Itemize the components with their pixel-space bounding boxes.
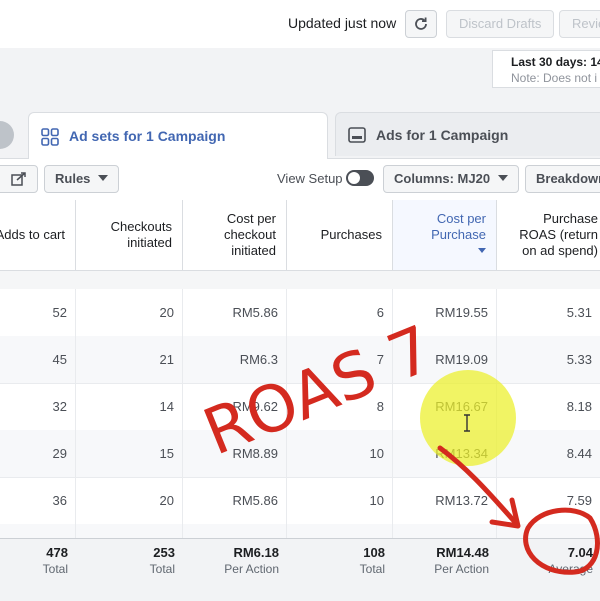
export-button[interactable] bbox=[0, 165, 38, 193]
table-row[interactable]: 52 20 RM5.86 6 RM19.55 5.31 bbox=[0, 289, 600, 337]
cell-cpc: RM5.86 bbox=[183, 477, 287, 524]
cell-adds: 36 bbox=[0, 477, 76, 524]
column-label: Purchase ROAS (return on ad spend) bbox=[519, 211, 598, 258]
breakdown-label: Breakdown bbox=[536, 171, 600, 186]
column-header-adds-to-cart[interactable]: Adds to cart bbox=[0, 200, 76, 270]
column-header-cost-per-purchase[interactable]: Cost per Purchase bbox=[393, 200, 497, 270]
total-roas: 7.04 Average bbox=[497, 545, 600, 576]
cell-purchases: 10 bbox=[287, 477, 393, 524]
refresh-button[interactable] bbox=[405, 10, 437, 38]
total-cost-per-checkout: RM6.18 Per Action bbox=[183, 545, 287, 576]
total-sub: Total bbox=[149, 562, 175, 576]
cell-checkouts: 15 bbox=[76, 430, 183, 477]
total-sub: Per Action bbox=[434, 562, 489, 576]
cell-adds: 32 bbox=[0, 383, 76, 430]
column-label: Cost per checkout initiated bbox=[223, 211, 276, 258]
total-value: RM6.18 bbox=[233, 545, 279, 560]
cell-adds: 29 bbox=[0, 430, 76, 477]
rules-label: Rules bbox=[55, 171, 91, 186]
cell-roas: 5.31 bbox=[497, 289, 600, 336]
updated-status: Updated just now bbox=[288, 15, 397, 31]
columns-label: Columns: MJ20 bbox=[394, 171, 491, 186]
date-range-note: Note: Does not i bbox=[511, 71, 598, 85]
chevron-down-icon bbox=[498, 175, 509, 181]
cell-cpp: RM19.55 bbox=[393, 289, 497, 336]
total-value: 478 bbox=[46, 545, 68, 560]
tab-ads[interactable]: Ads for 1 Campaign bbox=[335, 112, 600, 156]
column-label: Checkouts initiated bbox=[110, 219, 172, 250]
tab-ads-label: Ads for 1 Campaign bbox=[376, 127, 509, 143]
discard-drafts-button[interactable]: Discard Drafts bbox=[446, 10, 555, 38]
column-header-purchases[interactable]: Purchases bbox=[287, 200, 393, 270]
column-label-wrap: Cost per Purchase bbox=[422, 211, 486, 259]
cell-checkouts: 20 bbox=[76, 289, 183, 336]
cell-roas: 7.59 bbox=[497, 477, 600, 524]
cell-purchases: 8 bbox=[287, 383, 393, 430]
total-checkouts: 253 Total bbox=[76, 545, 183, 576]
total-value: RM14.48 bbox=[436, 545, 489, 560]
column-header-cost-per-checkout[interactable]: Cost per checkout initiated bbox=[183, 200, 287, 270]
toggle-knob bbox=[348, 172, 360, 184]
ad-card-icon bbox=[348, 127, 366, 143]
view-setup-label: View Setup bbox=[277, 171, 343, 186]
table-row[interactable]: 36 20 RM5.86 10 RM13.72 7.59 bbox=[0, 477, 600, 525]
column-header-roas[interactable]: Purchase ROAS (return on ad spend) bbox=[497, 200, 600, 270]
grid-icon bbox=[41, 128, 59, 146]
table-gap bbox=[0, 271, 600, 289]
total-value: 108 bbox=[363, 545, 385, 560]
cell-cpc: RM8.89 bbox=[183, 430, 287, 477]
cell-cpc: RM5.86 bbox=[183, 289, 287, 336]
refresh-icon bbox=[415, 17, 427, 30]
table-row[interactable]: 45 21 RM6.3 7 RM19.09 5.33 bbox=[0, 336, 600, 384]
chevron-down-icon bbox=[98, 175, 109, 181]
cell-purchases: 10 bbox=[287, 430, 393, 477]
total-sub: Per Action bbox=[224, 562, 279, 576]
tab-ad-sets-label: Ad sets for 1 Campaign bbox=[69, 128, 226, 144]
total-purchases: 108 Total bbox=[287, 545, 393, 576]
date-range-picker[interactable]: Last 30 days: 14 Note: Does not i bbox=[492, 50, 600, 88]
total-sub: Total bbox=[359, 562, 385, 576]
cell-cpc: RM6.3 bbox=[183, 336, 287, 383]
cell-roas: 5.33 bbox=[497, 336, 600, 383]
column-label: Cost per Purchase bbox=[431, 211, 486, 242]
review-button[interactable]: Revie bbox=[559, 10, 600, 38]
total-sub: Average bbox=[548, 562, 593, 576]
tab-ad-sets[interactable]: Ad sets for 1 Campaign bbox=[28, 112, 328, 159]
date-range-label: Last 30 days: 14 bbox=[511, 55, 600, 69]
column-label: Adds to cart bbox=[0, 227, 65, 242]
cell-cpc: RM9.62 bbox=[183, 383, 287, 430]
text-cursor-icon bbox=[464, 414, 470, 432]
total-value: 7.04 bbox=[567, 545, 593, 560]
cell-adds: 52 bbox=[0, 289, 76, 336]
total-sub: Total bbox=[42, 562, 68, 576]
cell-cpp: RM13.72 bbox=[393, 477, 497, 524]
cell-purchases: 6 bbox=[287, 289, 393, 336]
total-value: 253 bbox=[153, 545, 175, 560]
rules-dropdown[interactable]: Rules bbox=[44, 165, 120, 193]
cell-adds: 45 bbox=[0, 336, 76, 383]
view-setup-toggle[interactable] bbox=[346, 170, 374, 186]
breakdown-dropdown[interactable]: Breakdown bbox=[525, 165, 600, 193]
cell-checkouts: 14 bbox=[76, 383, 183, 430]
cell-roas: 8.44 bbox=[497, 430, 600, 477]
cell-checkouts: 20 bbox=[76, 477, 183, 524]
cell-checkouts: 21 bbox=[76, 336, 183, 383]
total-cost-per-purchase: RM14.48 Per Action bbox=[393, 545, 497, 576]
column-header-checkouts[interactable]: Checkouts initiated bbox=[76, 200, 183, 270]
columns-dropdown[interactable]: Columns: MJ20 bbox=[383, 165, 520, 193]
sort-desc-icon bbox=[478, 248, 486, 253]
cell-purchases: 7 bbox=[287, 336, 393, 383]
export-icon bbox=[11, 172, 26, 186]
column-label: Purchases bbox=[320, 227, 382, 242]
total-adds-to-cart: 478 Total bbox=[0, 545, 76, 576]
